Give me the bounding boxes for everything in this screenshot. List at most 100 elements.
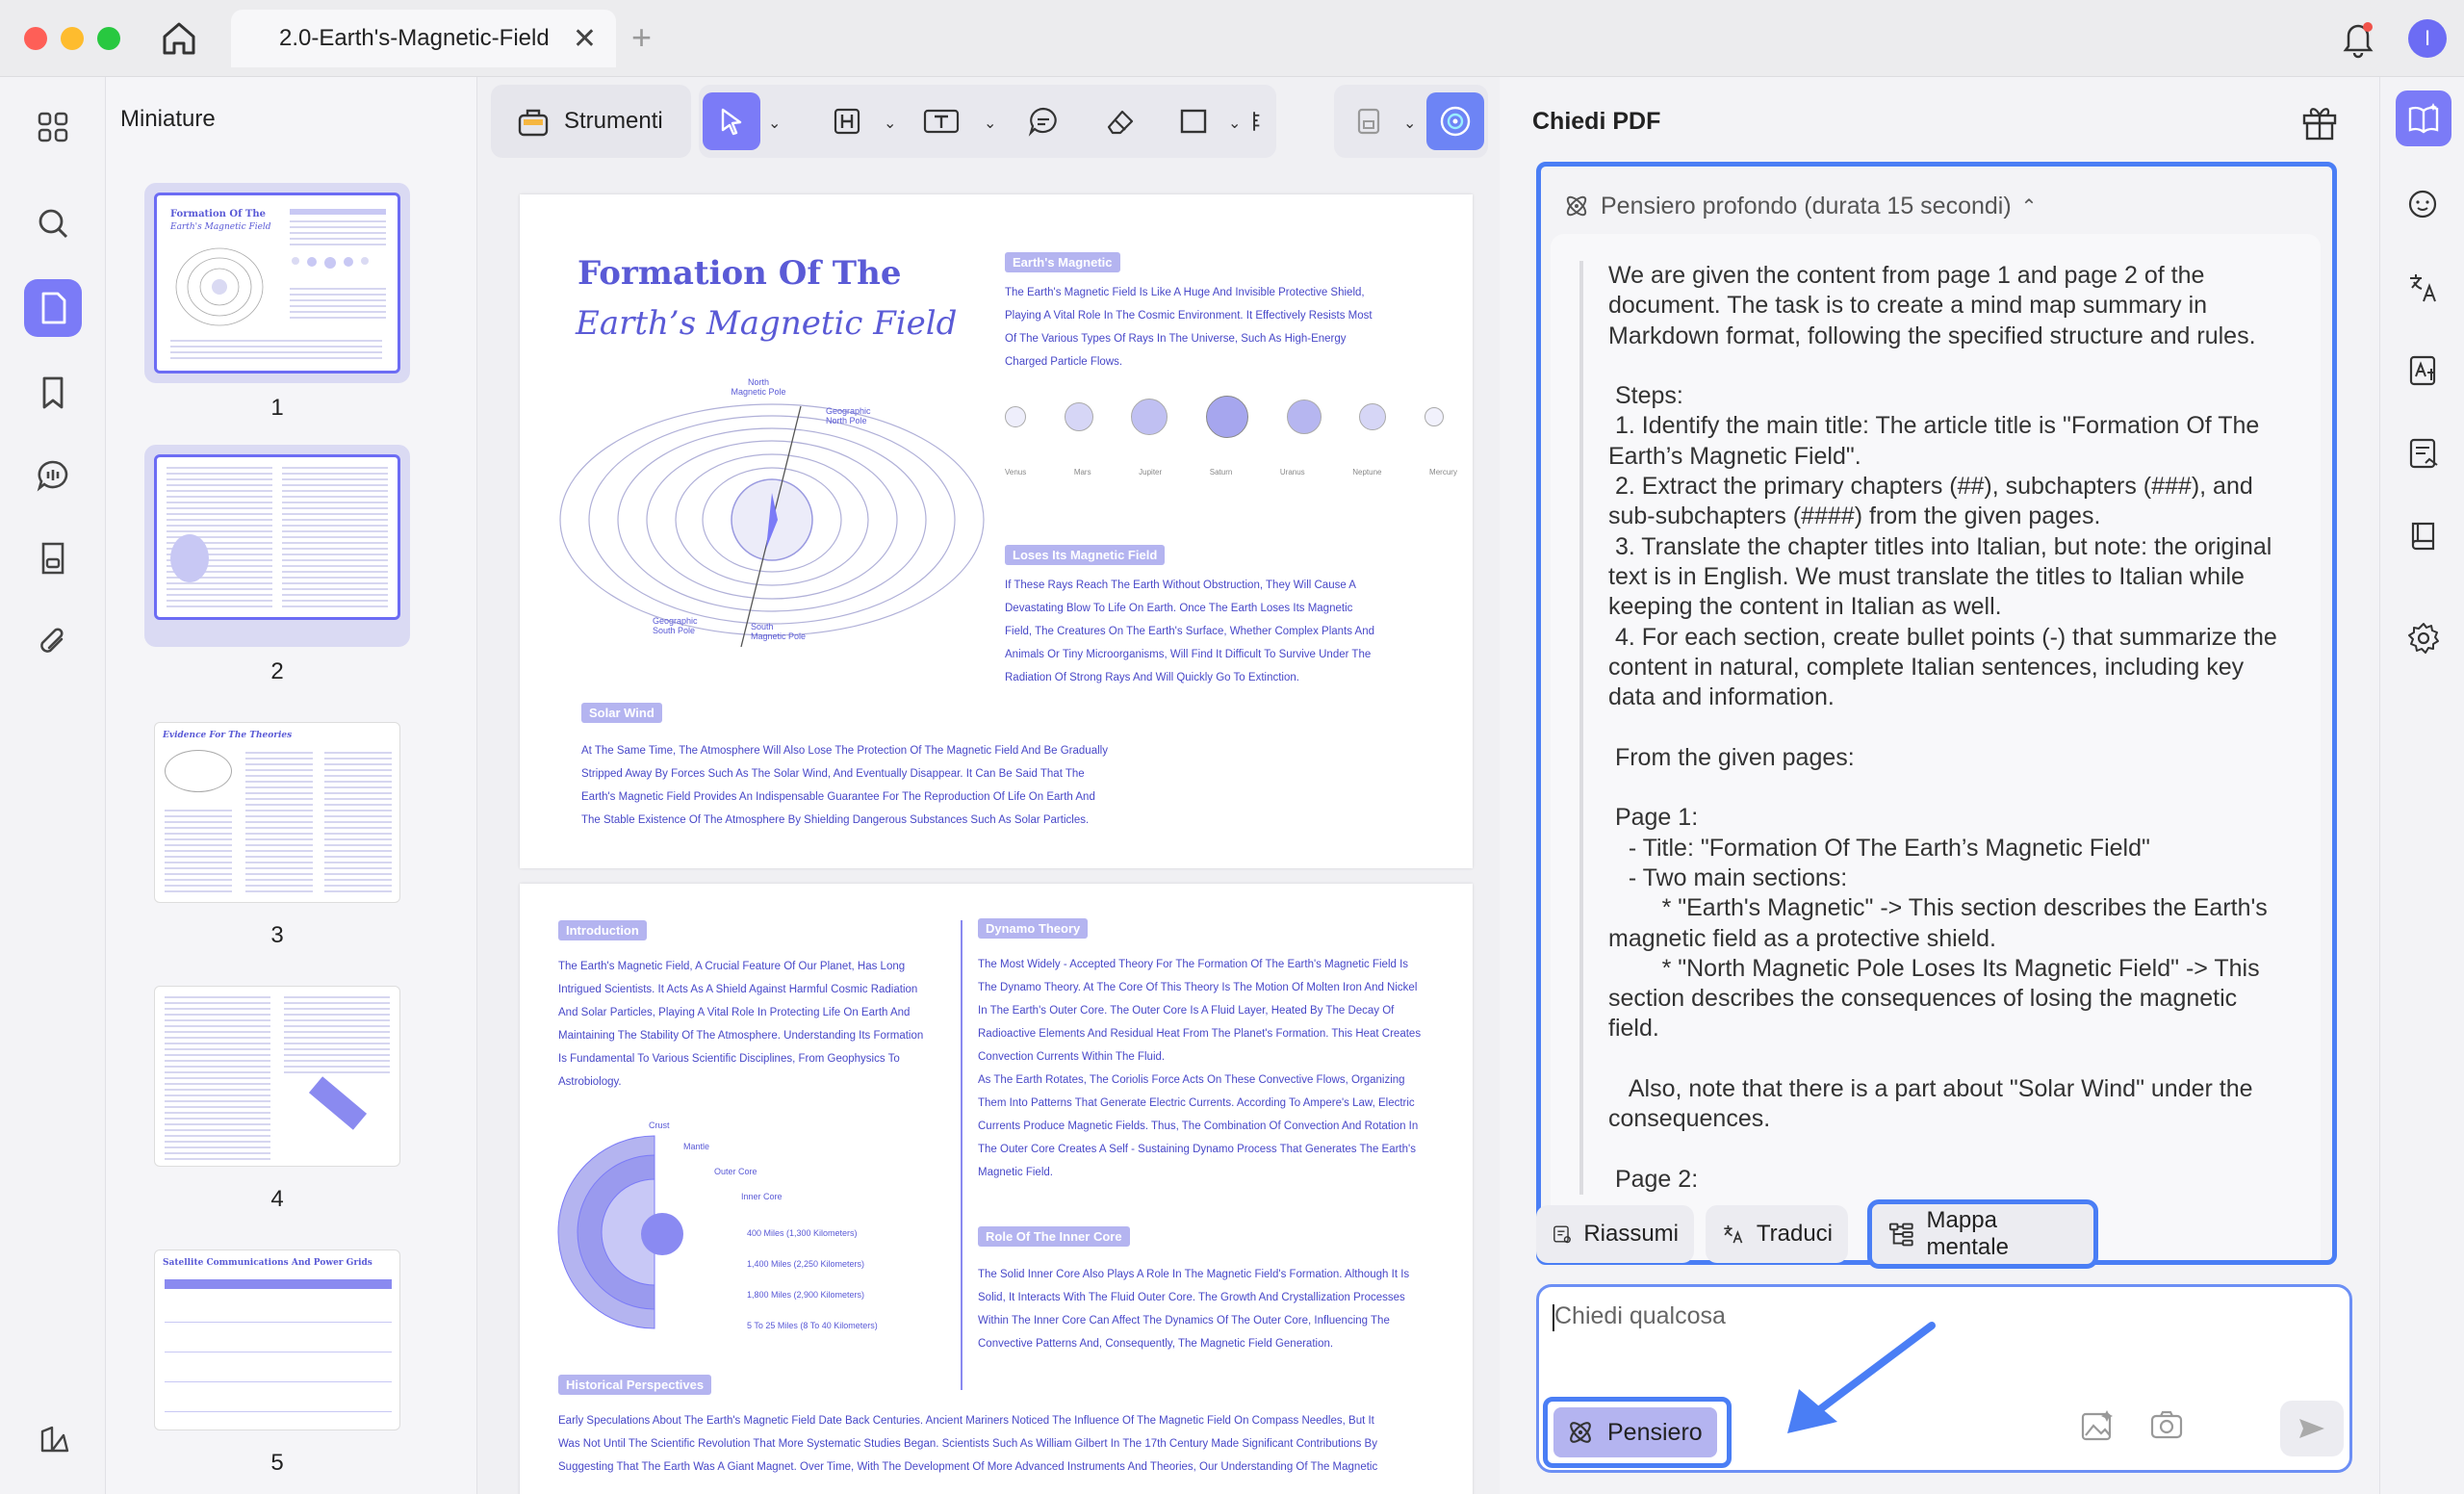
rectangle-tool-icon[interactable] bbox=[1165, 92, 1222, 150]
chevron-down-icon[interactable]: ⌄ bbox=[1228, 114, 1241, 133]
depth-label: 1,400 Miles (2,250 Kilometers) bbox=[747, 1259, 865, 1269]
thumbnail-title: Formation Of The bbox=[170, 209, 266, 219]
translate-icon bbox=[1724, 1224, 1743, 1244]
eraser-tool-icon[interactable] bbox=[1091, 92, 1149, 150]
paragraph-intro: The Earth's Magnetic Field, A Crucial Fe… bbox=[558, 961, 924, 1088]
summarize-label: Riassumi bbox=[1583, 1221, 1679, 1247]
thinking-header: Pensiero profondo (durata 15 secondi) bbox=[1601, 192, 2012, 219]
mind-map-label: Mappa mentale bbox=[1926, 1207, 2009, 1260]
paragraph-dynamo: The Most Widely - Accepted Theory For Th… bbox=[978, 959, 1422, 1178]
layers-icon[interactable] bbox=[24, 1411, 82, 1469]
thumbnail-title: Evidence For The Theories bbox=[163, 731, 293, 740]
comments-icon[interactable] bbox=[24, 447, 82, 504]
chevron-down-icon[interactable]: ⌄ bbox=[1403, 114, 1416, 133]
ai-toolbar: ⌄ bbox=[1334, 85, 1488, 158]
thumbnail-page-2[interactable] bbox=[144, 445, 410, 647]
page-title: Formation Of The bbox=[578, 254, 902, 293]
ocr-icon[interactable] bbox=[2396, 343, 2451, 399]
section-tag: Loses Its Magnetic Field bbox=[1005, 545, 1166, 565]
chevron-down-icon[interactable]: ⌄ bbox=[984, 114, 996, 133]
text-box-tool-icon[interactable] bbox=[912, 92, 970, 150]
section-tag: Dynamo Theory bbox=[978, 918, 1089, 939]
save-tool-icon[interactable] bbox=[1340, 92, 1398, 150]
thumbnail-number: 2 bbox=[270, 658, 284, 684]
pole-label: Geographic South Pole bbox=[653, 616, 698, 635]
translate-button[interactable]: Traduci bbox=[1706, 1205, 1848, 1263]
planet-row bbox=[1005, 396, 1444, 438]
book-icon[interactable] bbox=[2396, 508, 2451, 564]
ai-chat-icon[interactable] bbox=[2396, 90, 2451, 146]
thumbnail-number: 3 bbox=[270, 922, 284, 948]
planet-labels: Venus Mars Jupiter Saturn Uranus Neptune Mercu… bbox=[1005, 468, 1457, 477]
thumbnail-number: 5 bbox=[270, 1450, 284, 1476]
close-window-button[interactable] bbox=[24, 27, 47, 50]
tools-button[interactable]: Strumenti bbox=[491, 85, 691, 158]
pole-label: Geographic North Pole bbox=[826, 406, 871, 425]
bookmark-icon[interactable] bbox=[24, 364, 82, 422]
send-icon bbox=[2299, 1419, 2324, 1438]
summarize-button[interactable]: Riassumi bbox=[1536, 1205, 1694, 1263]
layer-label: Crust bbox=[649, 1120, 670, 1130]
form-icon[interactable] bbox=[2396, 425, 2451, 481]
thumbnail-number: 1 bbox=[270, 395, 284, 421]
new-tab-icon[interactable]: + bbox=[631, 17, 652, 58]
thumbnails-icon[interactable] bbox=[24, 279, 82, 337]
right-rail bbox=[2379, 77, 2464, 1494]
translate-icon[interactable] bbox=[2396, 260, 2451, 316]
bell-icon[interactable] bbox=[2339, 17, 2377, 60]
paragraph-loses: If These Rays Reach The Earth Without Ob… bbox=[1005, 580, 1375, 683]
chat-input[interactable]: Chiedi qualcosa bbox=[1554, 1302, 1726, 1330]
paragraph-inner-core: The Solid Inner Core Also Plays A Role I… bbox=[978, 1269, 1410, 1350]
avatar[interactable]: I bbox=[2408, 19, 2447, 58]
layer-label: Inner Core bbox=[741, 1192, 783, 1201]
comment-tool-icon[interactable] bbox=[1014, 92, 1072, 150]
tab-close-icon[interactable]: ✕ bbox=[573, 22, 597, 56]
grid-icon[interactable] bbox=[24, 98, 82, 156]
summarize-icon bbox=[1553, 1225, 1571, 1244]
paragraph-historical: Early Speculations About The Earth's Mag… bbox=[558, 1415, 1378, 1473]
section-tag: Earth's Magnetic bbox=[1005, 252, 1120, 272]
annotation-toolbar: ⌄ ⌄ ⌄ ⌄ bbox=[699, 85, 1276, 158]
earth-layers-diagram bbox=[557, 1135, 683, 1329]
stamp-icon[interactable] bbox=[24, 529, 82, 587]
send-button[interactable] bbox=[2280, 1401, 2344, 1456]
heading-tool-icon[interactable] bbox=[818, 92, 876, 150]
title-bar: 2.0-Earth's-Magnetic-Field ✕ + I bbox=[0, 0, 2464, 77]
select-tool-icon[interactable] bbox=[703, 92, 760, 150]
ask-pdf-panel: Chiedi PDF Pensiero profondo (durata 15 … bbox=[1500, 77, 2379, 1494]
ai-assistant-icon[interactable] bbox=[1426, 92, 1484, 150]
gift-icon[interactable] bbox=[2298, 100, 2341, 142]
magnetic-field-diagram bbox=[559, 403, 985, 648]
measure-tool-icon[interactable] bbox=[1247, 92, 1276, 150]
minimize-window-button[interactable] bbox=[61, 27, 84, 50]
thinking-toggle[interactable]: Pensiero profondo (durata 15 secondi) ⌃ bbox=[1562, 192, 2037, 220]
thinking-button[interactable]: Pensiero bbox=[1553, 1407, 1717, 1457]
attachment-icon[interactable] bbox=[24, 612, 82, 670]
image-upload-icon[interactable] bbox=[2078, 1406, 2120, 1449]
mind-map-button[interactable]: Mappa mentale bbox=[1867, 1199, 2098, 1269]
maximize-window-button[interactable] bbox=[97, 27, 120, 50]
thinking-button-highlight: Pensiero bbox=[1543, 1397, 1732, 1468]
document-tab[interactable]: 2.0-Earth's-Magnetic-Field ✕ bbox=[231, 10, 616, 67]
home-icon[interactable] bbox=[158, 17, 200, 60]
thumbnail-page-4[interactable] bbox=[144, 976, 410, 1169]
panel-title: Chiedi PDF bbox=[1532, 108, 1661, 135]
pole-label: North Magnetic Pole bbox=[731, 377, 786, 397]
screenshot-icon[interactable] bbox=[2147, 1406, 2190, 1449]
search-icon[interactable] bbox=[24, 194, 82, 252]
chevron-down-icon[interactable]: ⌄ bbox=[768, 114, 781, 133]
paragraph-magnetic: The Earth's Magnetic Field Is Like A Hug… bbox=[1005, 287, 1373, 368]
thumbnail-page-1[interactable]: Formation Of The Earth's Magnetic Field bbox=[144, 183, 410, 383]
thinking-panel: Pensiero profondo (durata 15 secondi) ⌃ … bbox=[1536, 162, 2337, 1265]
thumbnail-page-3[interactable]: Evidence For The Theories bbox=[144, 712, 410, 905]
thinking-button-label: Pensiero bbox=[1607, 1418, 1703, 1446]
settings-icon[interactable] bbox=[2396, 610, 2451, 666]
thinking-body: We are given the content from page 1 and… bbox=[1551, 234, 2321, 1260]
chevron-up-icon: ⌃ bbox=[2020, 195, 2038, 218]
chevron-down-icon[interactable]: ⌄ bbox=[884, 114, 896, 133]
ai-face-icon[interactable] bbox=[2396, 175, 2451, 231]
pdf-page-2: Introduction The Earth's Magnetic Field,… bbox=[520, 884, 1473, 1494]
thumbnail-number: 4 bbox=[270, 1186, 284, 1212]
thinking-text: We are given the content from page 1 and… bbox=[1579, 261, 2292, 1196]
thumbnail-page-5[interactable]: Satellite Communications And Power Grids bbox=[144, 1240, 410, 1432]
